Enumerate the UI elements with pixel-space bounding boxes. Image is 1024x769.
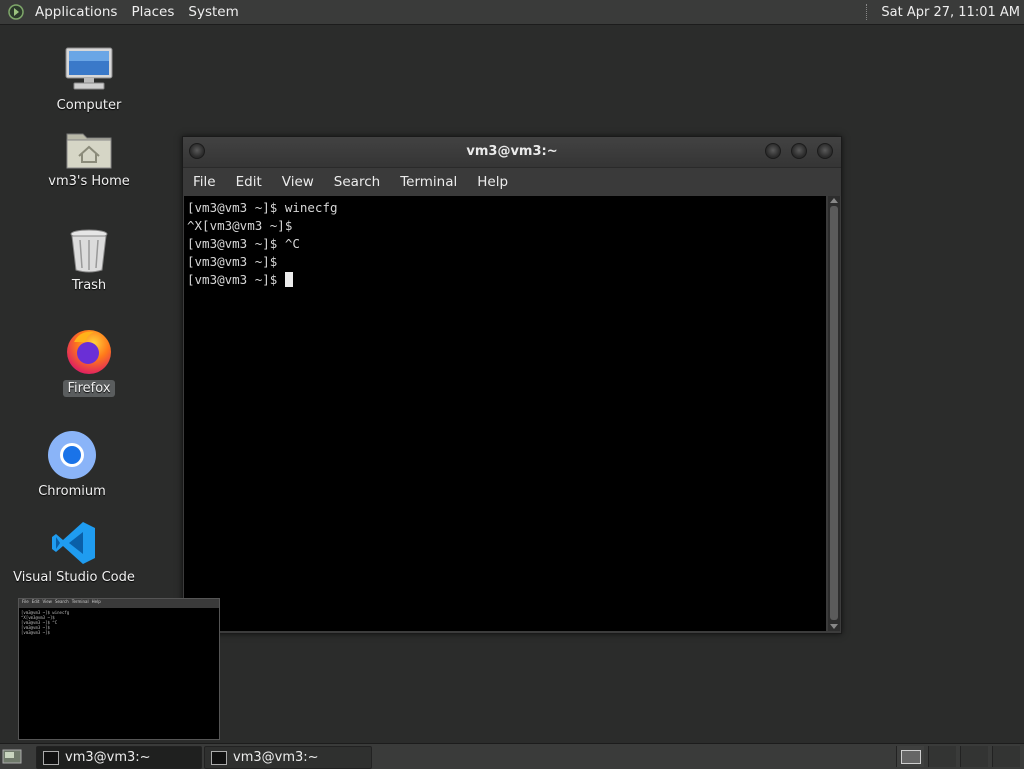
desktop-icon-home[interactable]: vm3's Home (44, 128, 134, 189)
preview-menubar: File Edit View Search Terminal Help (19, 599, 219, 608)
preview-line: [vm3@vm3 ~]$ (21, 630, 53, 635)
terminal-prompt: [vm3@vm3 ~]$ (187, 272, 285, 287)
scroll-down-arrow-icon[interactable] (830, 624, 838, 629)
preview-menu-item: Help (91, 599, 101, 604)
menu-file[interactable]: File (183, 168, 226, 196)
desktop-icon-firefox[interactable]: Firefox (44, 326, 134, 397)
minimize-button[interactable] (765, 143, 781, 159)
workspace-3[interactable] (960, 746, 988, 767)
desktop-icon-chromium[interactable]: Chromium (27, 430, 117, 499)
applications-logo-icon[interactable] (8, 4, 24, 20)
workspace-2[interactable] (928, 746, 956, 767)
preview-menu-item: Search (54, 599, 69, 604)
computer-icon (65, 47, 113, 90)
bottom-panel: vm3@vm3:~ vm3@vm3:~ (0, 743, 1024, 769)
terminal-line: [vm3@vm3 ~]$ (187, 254, 278, 269)
workspace-4[interactable] (992, 746, 1020, 767)
taskbar-item-terminal[interactable]: vm3@vm3:~ (204, 746, 372, 769)
window-title: vm3@vm3:~ (466, 144, 558, 159)
home-folder-icon (66, 133, 112, 169)
vscode-icon (52, 522, 95, 564)
terminal-scrollbar[interactable] (828, 196, 840, 631)
text-cursor (284, 272, 293, 287)
taskbar-item-terminal[interactable]: vm3@vm3:~ (36, 746, 202, 769)
terminal-line: [vm3@vm3 ~]$ winecfg (187, 200, 338, 215)
window-preview[interactable]: File Edit View Search Terminal Help [vm3@vm3 … (18, 598, 220, 740)
terminal-prompt-line[interactable]: [vm3@vm3 ~]$ (187, 271, 338, 289)
system-menu[interactable]: System (181, 0, 245, 24)
scrollbar-thumb[interactable] (830, 206, 838, 620)
terminal-icon (211, 750, 227, 765)
clock-area: Sat Apr 27, 11:01 AM (866, 0, 1024, 24)
menu-terminal[interactable]: Terminal (390, 168, 467, 196)
top-panel: Applications Places System Sat Apr 27, 1… (0, 0, 1024, 25)
menu-search[interactable]: Search (324, 168, 390, 196)
terminal-screen[interactable]: [vm3@vm3 ~]$ winecfg ^X[vm3@vm3 ~]$ [vm3… (184, 196, 826, 631)
terminal-icon (43, 750, 59, 765)
terminal-line: [vm3@vm3 ~]$ ^C (187, 236, 300, 251)
taskbar-item-label: vm3@vm3:~ (65, 750, 151, 765)
firefox-icon (67, 330, 111, 374)
desktop-icon-computer[interactable]: Computer (44, 44, 134, 113)
preview-menu-item: Edit (31, 599, 40, 604)
terminal-output: [vm3@vm3 ~]$ winecfg ^X[vm3@vm3 ~]$ [vm3… (187, 199, 338, 289)
desktop-icon-label: Chromium (38, 484, 106, 499)
applications-menu[interactable]: Applications (28, 0, 124, 24)
terminal-line: ^X[vm3@vm3 ~]$ (187, 218, 293, 233)
workspace-1[interactable] (896, 746, 924, 767)
places-menu[interactable]: Places (124, 0, 181, 24)
show-desktop-icon[interactable] (2, 748, 22, 764)
desktop-icon-trash[interactable]: Trash (44, 228, 134, 293)
taskbar-item-label: vm3@vm3:~ (233, 750, 319, 765)
workspace-window-thumbnail (901, 750, 921, 764)
chromium-icon (48, 431, 96, 479)
terminal-window[interactable]: vm3@vm3:~ File Edit View Search Terminal… (182, 136, 842, 634)
terminal-menubar: File Edit View Search Terminal Help (183, 168, 841, 196)
menu-view[interactable]: View (272, 168, 324, 196)
desktop-icon-vscode[interactable]: Visual Studio Code (13, 520, 135, 585)
maximize-button[interactable] (791, 143, 807, 159)
desktop-icon-label: Visual Studio Code (13, 570, 135, 585)
trash-icon (70, 229, 108, 273)
desktop-icon-label: Trash (71, 278, 107, 293)
desktop-icon-label: vm3's Home (48, 174, 130, 189)
close-button[interactable] (817, 143, 833, 159)
menu-help[interactable]: Help (467, 168, 518, 196)
scroll-up-arrow-icon[interactable] (830, 198, 838, 203)
top-menu: Applications Places System (0, 0, 246, 24)
preview-menu-item: File (22, 599, 29, 604)
preview-menu-item: View (42, 599, 52, 604)
terminal-titlebar[interactable]: vm3@vm3:~ (183, 137, 841, 168)
desktop-icon-label: Computer (56, 98, 122, 113)
preview-menu-item: Terminal (71, 599, 89, 604)
panel-separator (866, 4, 871, 20)
menu-edit[interactable]: Edit (226, 168, 272, 196)
desktop-icon-label: Firefox (63, 380, 115, 397)
clock[interactable]: Sat Apr 27, 11:01 AM (881, 5, 1020, 20)
